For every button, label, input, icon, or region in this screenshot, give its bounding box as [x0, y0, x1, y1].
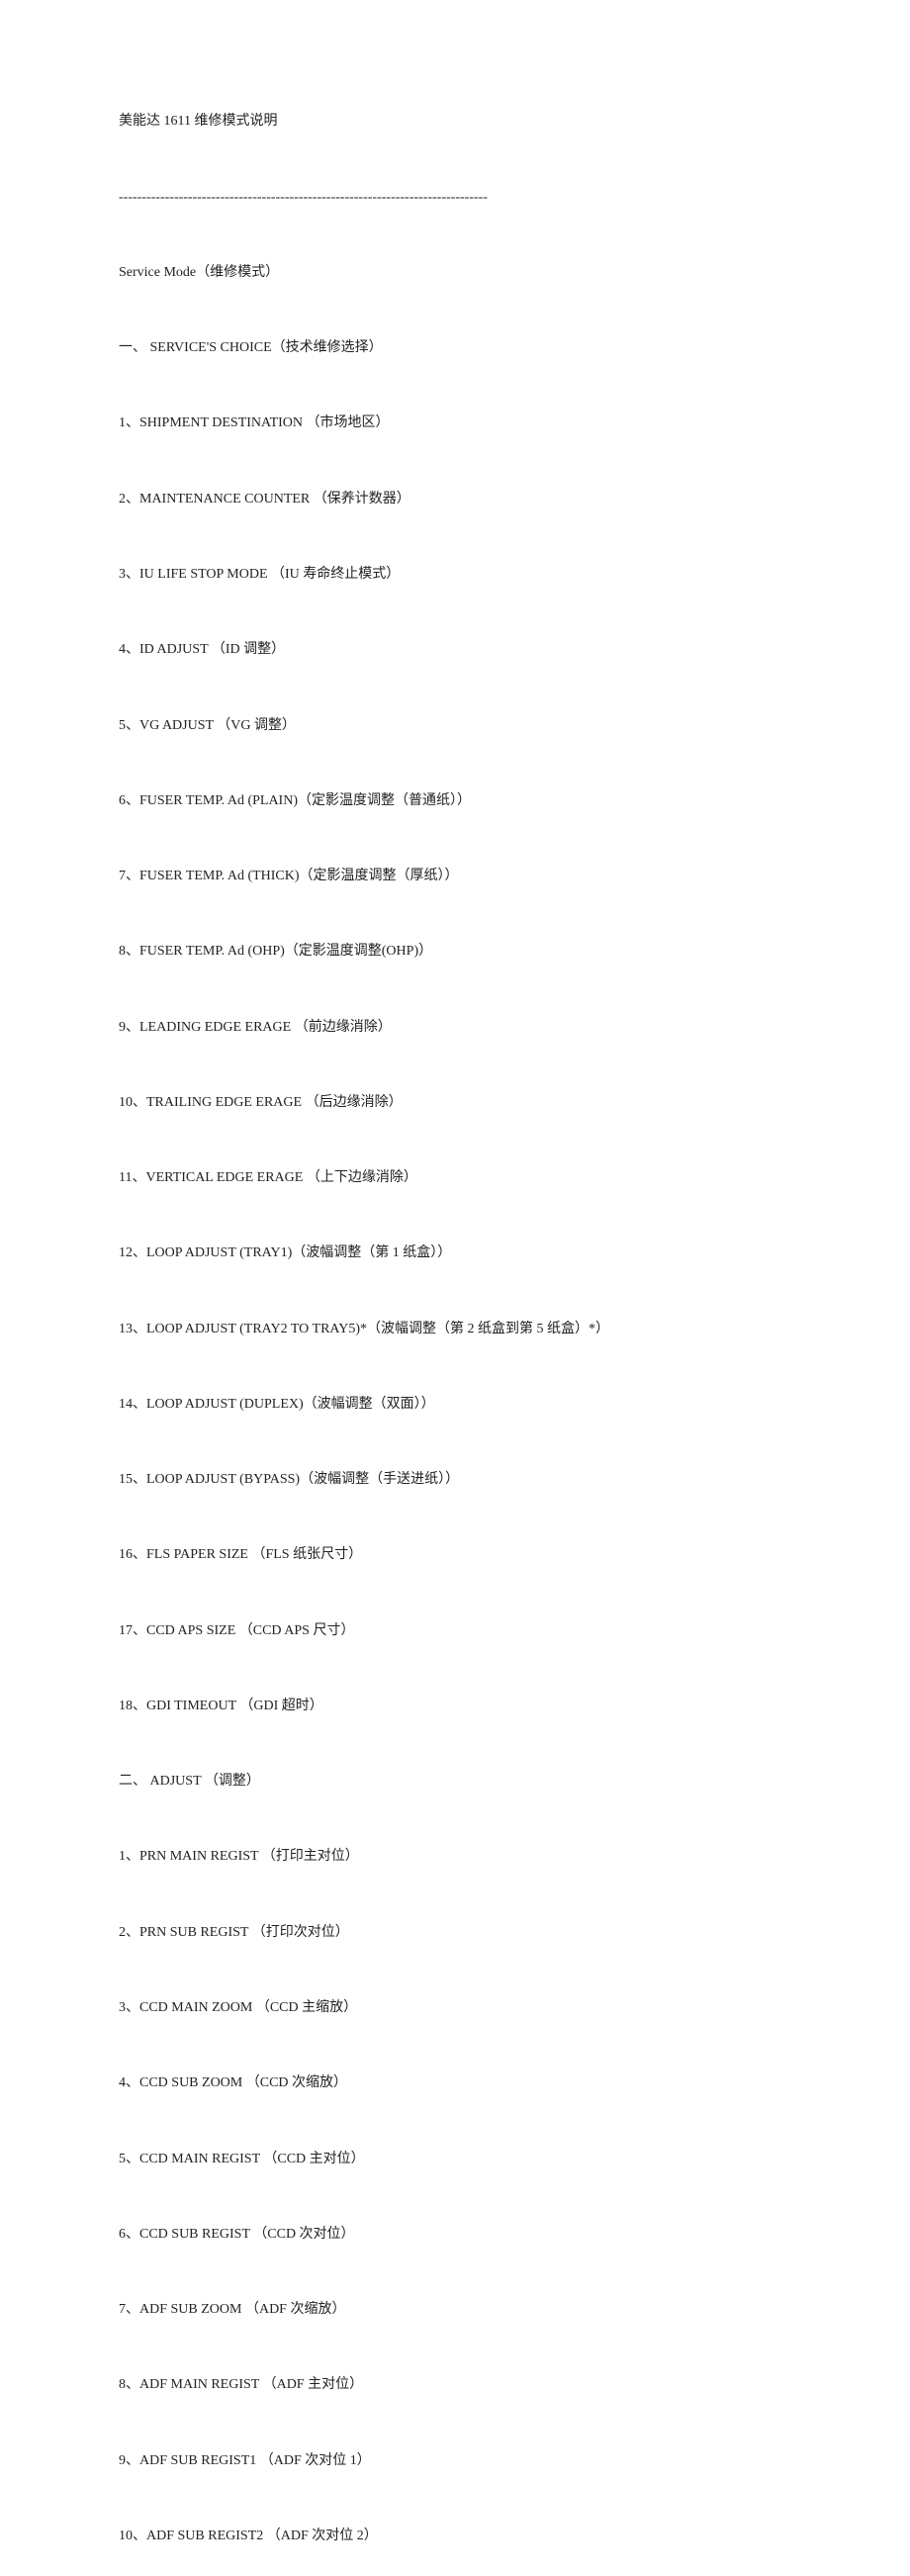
item-2-1: 1、PRN MAIN REGIST （打印主对位）	[119, 1844, 831, 1870]
service-mode-header: Service Mode（维修模式）	[119, 260, 831, 286]
document-title: 美能达 1611 维修模式说明	[119, 109, 831, 135]
main-content: 美能达 1611 维修模式说明 ------------------------…	[119, 59, 831, 2576]
item-1-10: 10、TRAILING EDGE ERAGE （后边缘消除）	[119, 1090, 831, 1116]
item-1-7: 7、FUSER TEMP. Ad (THICK)（定影温度调整（厚纸））	[119, 864, 831, 889]
section1-header: 一、 SERVICE'S CHOICE（技术维修选择）	[119, 335, 831, 361]
item-2-3: 3、CCD MAIN ZOOM （CCD 主缩放）	[119, 1995, 831, 2021]
item-2-7: 7、ADF SUB ZOOM （ADF 次缩放）	[119, 2297, 831, 2323]
item-1-18: 18、GDI TIMEOUT （GDI 超时）	[119, 1694, 831, 1719]
item-1-5: 5、VG ADJUST （VG 调整）	[119, 713, 831, 739]
item-2-5: 5、CCD MAIN REGIST （CCD 主对位）	[119, 2147, 831, 2172]
divider-line: ----------------------------------------…	[119, 185, 831, 211]
item-2-8: 8、ADF MAIN REGIST （ADF 主对位）	[119, 2372, 831, 2398]
item-1-6: 6、FUSER TEMP. Ad (PLAIN)（定影温度调整（普通纸））	[119, 788, 831, 814]
item-1-2: 2、MAINTENANCE COUNTER （保养计数器）	[119, 487, 831, 512]
item-2-9: 9、ADF SUB REGIST1 （ADF 次对位 1）	[119, 2448, 831, 2474]
item-1-12: 12、LOOP ADJUST (TRAY1)（波幅调整（第 1 纸盒））	[119, 1241, 831, 1266]
item-2-2: 2、PRN SUB REGIST （打印次对位）	[119, 1920, 831, 1946]
item-1-3: 3、IU LIFE STOP MODE （IU 寿命终止模式）	[119, 562, 831, 588]
item-1-4: 4、ID ADJUST （ID 调整）	[119, 637, 831, 663]
item-1-14: 14、LOOP ADJUST (DUPLEX)（波幅调整（双面））	[119, 1392, 831, 1418]
item-2-10: 10、ADF SUB REGIST2 （ADF 次对位 2）	[119, 2524, 831, 2549]
item-1-8: 8、FUSER TEMP. Ad (OHP)（定影温度调整(OHP)）	[119, 939, 831, 965]
section2-header: 二、 ADJUST （调整）	[119, 1769, 831, 1794]
item-1-15: 15、LOOP ADJUST (BYPASS)（波幅调整（手送进纸））	[119, 1467, 831, 1493]
item-1-9: 9、LEADING EDGE ERAGE （前边缘消除）	[119, 1015, 831, 1041]
item-1-16: 16、FLS PAPER SIZE （FLS 纸张尺寸）	[119, 1542, 831, 1568]
item-1-17: 17、CCD APS SIZE （CCD APS 尺寸）	[119, 1618, 831, 1644]
item-1-1: 1、SHIPMENT DESTINATION （市场地区）	[119, 411, 831, 436]
item-2-6: 6、CCD SUB REGIST （CCD 次对位）	[119, 2222, 831, 2248]
item-1-13: 13、LOOP ADJUST (TRAY2 TO TRAY5)*（波幅调整（第 …	[119, 1317, 831, 1342]
item-2-4: 4、CCD SUB ZOOM （CCD 次缩放）	[119, 2070, 831, 2096]
item-1-11: 11、VERTICAL EDGE ERAGE （上下边缘消除）	[119, 1165, 831, 1191]
